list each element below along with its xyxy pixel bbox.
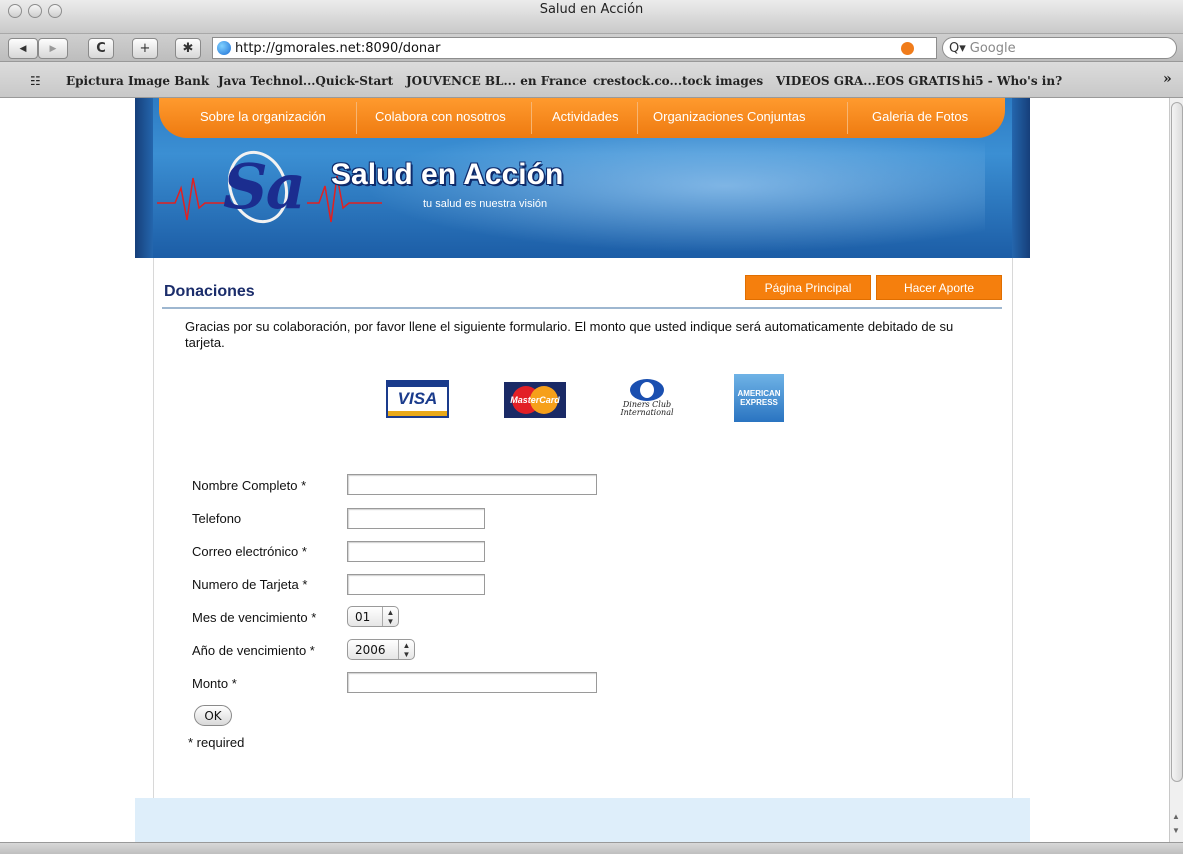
bookmarks-bar: ☷ Epictura Image Bank Java Technol...Qui… [0, 62, 1183, 98]
nav-item-about[interactable]: Sobre la organización [200, 109, 326, 124]
search-icon: Q▾ [949, 40, 966, 56]
mastercard-label: MasterCard [510, 395, 560, 405]
phone-label: Telefono [192, 511, 242, 526]
add-bookmark-button[interactable]: + [132, 38, 158, 59]
bookmark-item[interactable]: crestock.co...tock images [593, 74, 763, 88]
diners-club-logo: Diners Club International [617, 376, 677, 420]
forward-arrow-icon: ▶ [49, 43, 57, 54]
home-page-button[interactable]: Página Principal [745, 275, 871, 300]
required-note: * required [188, 735, 245, 750]
visa-logo: VISA [386, 380, 449, 418]
bookmark-item[interactable]: Java Technol...Quick-Start [218, 74, 393, 88]
email-label: Correo electrónico * [192, 544, 307, 559]
scroll-up-icon[interactable]: ▲ [1172, 812, 1180, 821]
full-name-label: Nombre Completo * [192, 478, 307, 493]
site-banner: Sa Salud en Acción tu salud es nuestra v… [135, 98, 1030, 258]
globe-icon [217, 41, 231, 55]
amex-label: AMERICAN EXPRESS [737, 389, 781, 407]
nav-item-partner-orgs[interactable]: Organizaciones Conjuntas [653, 109, 805, 124]
mastercard-logo: MasterCard [504, 382, 566, 418]
back-button[interactable]: ◀ [8, 38, 38, 59]
forward-button[interactable]: ▶ [38, 38, 68, 59]
diners-label: Diners Club International [620, 400, 674, 417]
select-stepper-icon: ▲ ▼ [382, 607, 398, 626]
bookmarks-overflow-button[interactable]: » [1163, 71, 1172, 87]
amount-field[interactable] [347, 672, 597, 693]
snapback-icon[interactable] [901, 42, 914, 55]
full-name-field[interactable] [347, 474, 597, 495]
expiry-month-label: Mes de vencimiento * [192, 610, 317, 625]
site-container: Sa Salud en Acción tu salud es nuestra v… [135, 98, 1030, 842]
search-placeholder: Google [969, 40, 1016, 56]
visa-label: VISA [397, 389, 438, 408]
select-stepper-icon: ▲ ▼ [398, 640, 414, 659]
scrollbar-thumb[interactable] [1171, 102, 1183, 782]
card-number-field[interactable] [347, 574, 485, 595]
expiry-year-value: 2006 [355, 642, 386, 657]
intro-text: Gracias por su colaboración, por favor l… [185, 319, 954, 350]
bookmark-item[interactable]: Epictura Image Bank [66, 74, 209, 88]
main-nav: Sobre la organización Colabora con nosot… [159, 98, 1005, 138]
site-logo[interactable]: Sa [223, 150, 306, 223]
expiry-year-label: Año de vencimiento * [192, 643, 315, 658]
bug-icon: ✱ [182, 41, 194, 56]
bookmark-item[interactable]: hi5 - Who's in? [962, 74, 1062, 88]
reload-button[interactable]: C [88, 38, 114, 59]
bookmarks-book-icon[interactable]: ☷ [30, 74, 41, 88]
expiry-month-select[interactable]: 01 ▲ ▼ [347, 606, 399, 627]
vertical-scrollbar[interactable]: ▲ ▼ [1169, 98, 1183, 842]
url-text: http://gmorales.net:8090/donar [235, 40, 441, 56]
site-tagline: tu salud es nuestra visión [423, 198, 548, 210]
donate-button[interactable]: Hacer Aporte [876, 275, 1002, 300]
bookmark-item[interactable]: JOUVENCE BL... en France [406, 74, 587, 88]
window-bottom-bar [0, 842, 1183, 854]
email-field[interactable] [347, 541, 485, 562]
back-arrow-icon: ◀ [19, 43, 27, 54]
expiry-year-select[interactable]: 2006 ▲ ▼ [347, 639, 415, 660]
site-brand-name: Salud en Acción [331, 158, 564, 191]
phone-field[interactable] [347, 508, 485, 529]
page-viewport: Sa Salud en Acción tu salud es nuestra v… [0, 98, 1169, 842]
nav-item-collaborate[interactable]: Colabora con nosotros [375, 109, 506, 124]
bookmark-item[interactable]: VIDEOS GRA...EOS GRATIS [776, 74, 960, 88]
title-divider [162, 307, 1002, 309]
card-number-label: Numero de Tarjeta * [192, 577, 308, 592]
american-express-logo: AMERICAN EXPRESS [734, 374, 784, 422]
window-title: Salud en Acción [539, 2, 644, 17]
ok-submit-button[interactable]: OK [194, 705, 232, 726]
expiry-month-value: 01 [355, 609, 371, 624]
scroll-down-icon[interactable]: ▼ [1172, 826, 1180, 835]
page-footer [135, 798, 1030, 842]
nav-item-activities[interactable]: Actividades [552, 109, 618, 124]
main-content: Donaciones Página Principal Hacer Aporte… [153, 258, 1013, 798]
debug-button[interactable]: ✱ [175, 38, 201, 59]
reload-icon: C [96, 41, 106, 56]
title-bar: Salud en Acción [0, 0, 1183, 34]
page-title: Donaciones [164, 283, 255, 300]
amount-label: Monto * [192, 676, 237, 691]
search-field[interactable]: Q▾ Google [942, 37, 1177, 59]
address-bar[interactable]: http://gmorales.net:8090/donar [212, 37, 937, 59]
nav-item-photo-gallery[interactable]: Galeria de Fotos [872, 109, 968, 124]
plus-icon: + [139, 41, 151, 56]
browser-toolbar: ◀ ▶ C + ✱ http://gmorales.net:8090/donar… [0, 34, 1183, 62]
